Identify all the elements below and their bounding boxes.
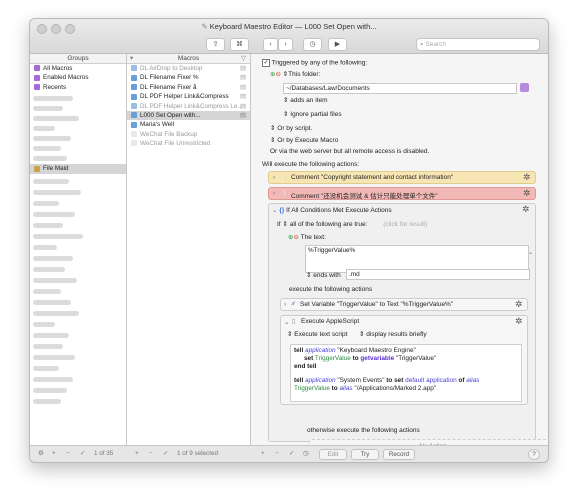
remove-action-button[interactable]: − bbox=[275, 449, 279, 459]
text-condition-row: ⊕⊖ The text: bbox=[288, 233, 326, 241]
trigger-folder-row: ⊕⊖ ⇕This folder: bbox=[270, 70, 320, 78]
otherwise-label: otherwise execute the following actions bbox=[307, 427, 420, 434]
adds-an-item-label: adds an item bbox=[290, 97, 328, 104]
web-server-note: Or via the web server but all remote acc… bbox=[270, 148, 430, 155]
if-action-header: ⌄ {} If All Conditions Met Execute Actio… bbox=[272, 206, 392, 214]
comment-action-copyright[interactable]: › ❕ Comment "Copyright statement and con… bbox=[268, 171, 536, 184]
script-document-icon: ▯ bbox=[292, 318, 296, 325]
edit-button[interactable]: Edit bbox=[319, 449, 347, 460]
or-by-script-label: Or by script. bbox=[277, 125, 313, 132]
code-line-3: end tell bbox=[294, 363, 317, 370]
or-by-execute-macro-label: Or by Execute Macro bbox=[277, 137, 339, 144]
disclosure-open-icon[interactable]: ⌄ bbox=[272, 207, 277, 214]
gear-icon[interactable]: ✲ bbox=[523, 189, 532, 198]
text-field-dropdown-icon[interactable]: ⌄ bbox=[528, 248, 533, 256]
remove-group-button[interactable]: − bbox=[66, 449, 70, 459]
trigger-checkbox[interactable]: ✓ bbox=[262, 59, 270, 67]
set-variable-title: Set Variable "TriggerValue" to Text "%Tr… bbox=[300, 301, 454, 308]
set-variable-action[interactable]: › 𝑥 Set Variable "TriggerValue" to Text … bbox=[280, 298, 528, 311]
applescript-code-editor[interactable]: tell application "Keyboard Maestro Engin… bbox=[290, 344, 522, 402]
execute-text-script-label: Execute text script bbox=[294, 331, 348, 338]
display-results-popup[interactable]: ⇕ display results briefly bbox=[359, 330, 427, 338]
groups-count: 1 of 35 bbox=[94, 450, 114, 457]
triggered-by-label: Triggered by any of the following: bbox=[271, 59, 368, 67]
gear-icon[interactable]: ✲ bbox=[523, 173, 532, 182]
gear-icon[interactable]: ✲ bbox=[515, 317, 524, 326]
all-conditions-label: all of the following are true: bbox=[289, 221, 368, 228]
remove-trigger-icon[interactable]: ⊖ bbox=[275, 71, 280, 78]
ignore-partial-label: Ignore partial files bbox=[290, 111, 342, 118]
add-group-button[interactable]: + bbox=[52, 449, 56, 459]
code-line-4: tell application "System Events" to set … bbox=[294, 377, 480, 384]
clock-icon[interactable]: ◷ bbox=[303, 449, 309, 459]
variable-x-icon: 𝑥 bbox=[291, 300, 295, 307]
add-macro-button[interactable]: + bbox=[135, 449, 139, 459]
remove-macro-button[interactable]: − bbox=[149, 449, 153, 459]
ignore-partial-popup[interactable]: ⇕ Ignore partial files bbox=[283, 110, 342, 118]
editor-window: ✎ Keyboard Maestro Editor — L000 Set Ope… bbox=[29, 18, 549, 463]
execute-text-script-popup[interactable]: ⇕ Execute text script bbox=[287, 330, 347, 338]
comment-icon: ❕ bbox=[281, 191, 290, 198]
comment-title: Comment "Copyright statement and contact… bbox=[291, 174, 454, 181]
enable-macro-checkmark-icon[interactable]: ✓ bbox=[163, 449, 168, 459]
try-button[interactable]: Try bbox=[351, 449, 379, 460]
execute-following-label: execute the following actions bbox=[289, 286, 373, 293]
all-conditions-popup[interactable]: ⇕ all of the following are true: bbox=[282, 221, 367, 228]
trigger-header: ✓ Triggered by any of the following: bbox=[262, 59, 367, 67]
comment-action-test[interactable]: › ❕ Comment "还没机会测试 & 估计只能处理单个文件" ✲ bbox=[268, 187, 536, 200]
if-action-title: If All Conditions Met Execute Actions bbox=[286, 207, 392, 214]
will-execute-label: Will execute the following actions: bbox=[262, 161, 360, 168]
disclosure-triangle-icon[interactable]: › bbox=[273, 190, 275, 197]
code-line-2: set TriggerValue to getvariable "Trigger… bbox=[304, 355, 437, 362]
ends-with-label: ends with bbox=[313, 272, 341, 279]
applescript-title: Execute AppleScript bbox=[301, 318, 360, 325]
macros-count: 1 of 9 selected bbox=[177, 450, 218, 457]
click-for-result[interactable]: (click for result) bbox=[383, 221, 427, 228]
or-by-execute-macro[interactable]: ⇕ Or by Execute Macro bbox=[270, 136, 338, 144]
ends-with-value-field[interactable]: .md bbox=[346, 269, 530, 280]
disclosure-triangle-icon[interactable]: › bbox=[284, 301, 286, 308]
folder-path-field[interactable]: ~/Databases/Law/Documents bbox=[283, 83, 517, 94]
code-line-1: tell application "Keyboard Maestro Engin… bbox=[294, 347, 416, 354]
this-folder-label: This folder: bbox=[288, 71, 321, 78]
remove-condition-icon[interactable]: ⊖ bbox=[293, 234, 298, 241]
if-condition-row: If ⇕ all of the following are true: (cli… bbox=[277, 220, 427, 228]
comment-title: Comment "还没机会测试 & 估计只能处理单个文件" bbox=[291, 193, 438, 200]
display-results-label: display results briefly bbox=[366, 331, 427, 338]
enable-group-checkmark-icon[interactable]: ✓ bbox=[80, 449, 85, 459]
disclosure-triangle-icon[interactable]: › bbox=[273, 174, 275, 181]
folder-chooser-icon[interactable] bbox=[520, 83, 529, 92]
comment-icon: ❕ bbox=[281, 175, 290, 182]
the-text-label: The text: bbox=[300, 234, 326, 241]
record-button[interactable]: Record bbox=[383, 449, 415, 460]
help-button[interactable]: ? bbox=[528, 449, 540, 460]
if-label: If bbox=[277, 221, 281, 228]
add-action-button[interactable]: + bbox=[261, 449, 265, 459]
bottom-toolbar: ⚙ + − ✓ 1 of 35 + − ✓ 1 of 9 selected + … bbox=[30, 445, 548, 462]
if-braces-icon: {} bbox=[279, 207, 285, 214]
disclosure-open-icon[interactable]: ⌄ bbox=[284, 318, 289, 326]
settings-gear-icon[interactable]: ⚙ bbox=[38, 449, 44, 459]
adds-an-item-popup[interactable]: ⇕ adds an item bbox=[283, 96, 327, 104]
gear-icon[interactable]: ✲ bbox=[522, 205, 531, 214]
code-line-5: TriggerValue to alias "/Applications/Mar… bbox=[294, 385, 437, 392]
ends-with-popup[interactable]: ⇕ ends with bbox=[306, 271, 341, 279]
gear-icon[interactable]: ✲ bbox=[515, 300, 524, 309]
enable-action-checkmark-icon[interactable]: ✓ bbox=[289, 449, 294, 459]
or-by-script[interactable]: ⇕ Or by script. bbox=[270, 124, 312, 132]
